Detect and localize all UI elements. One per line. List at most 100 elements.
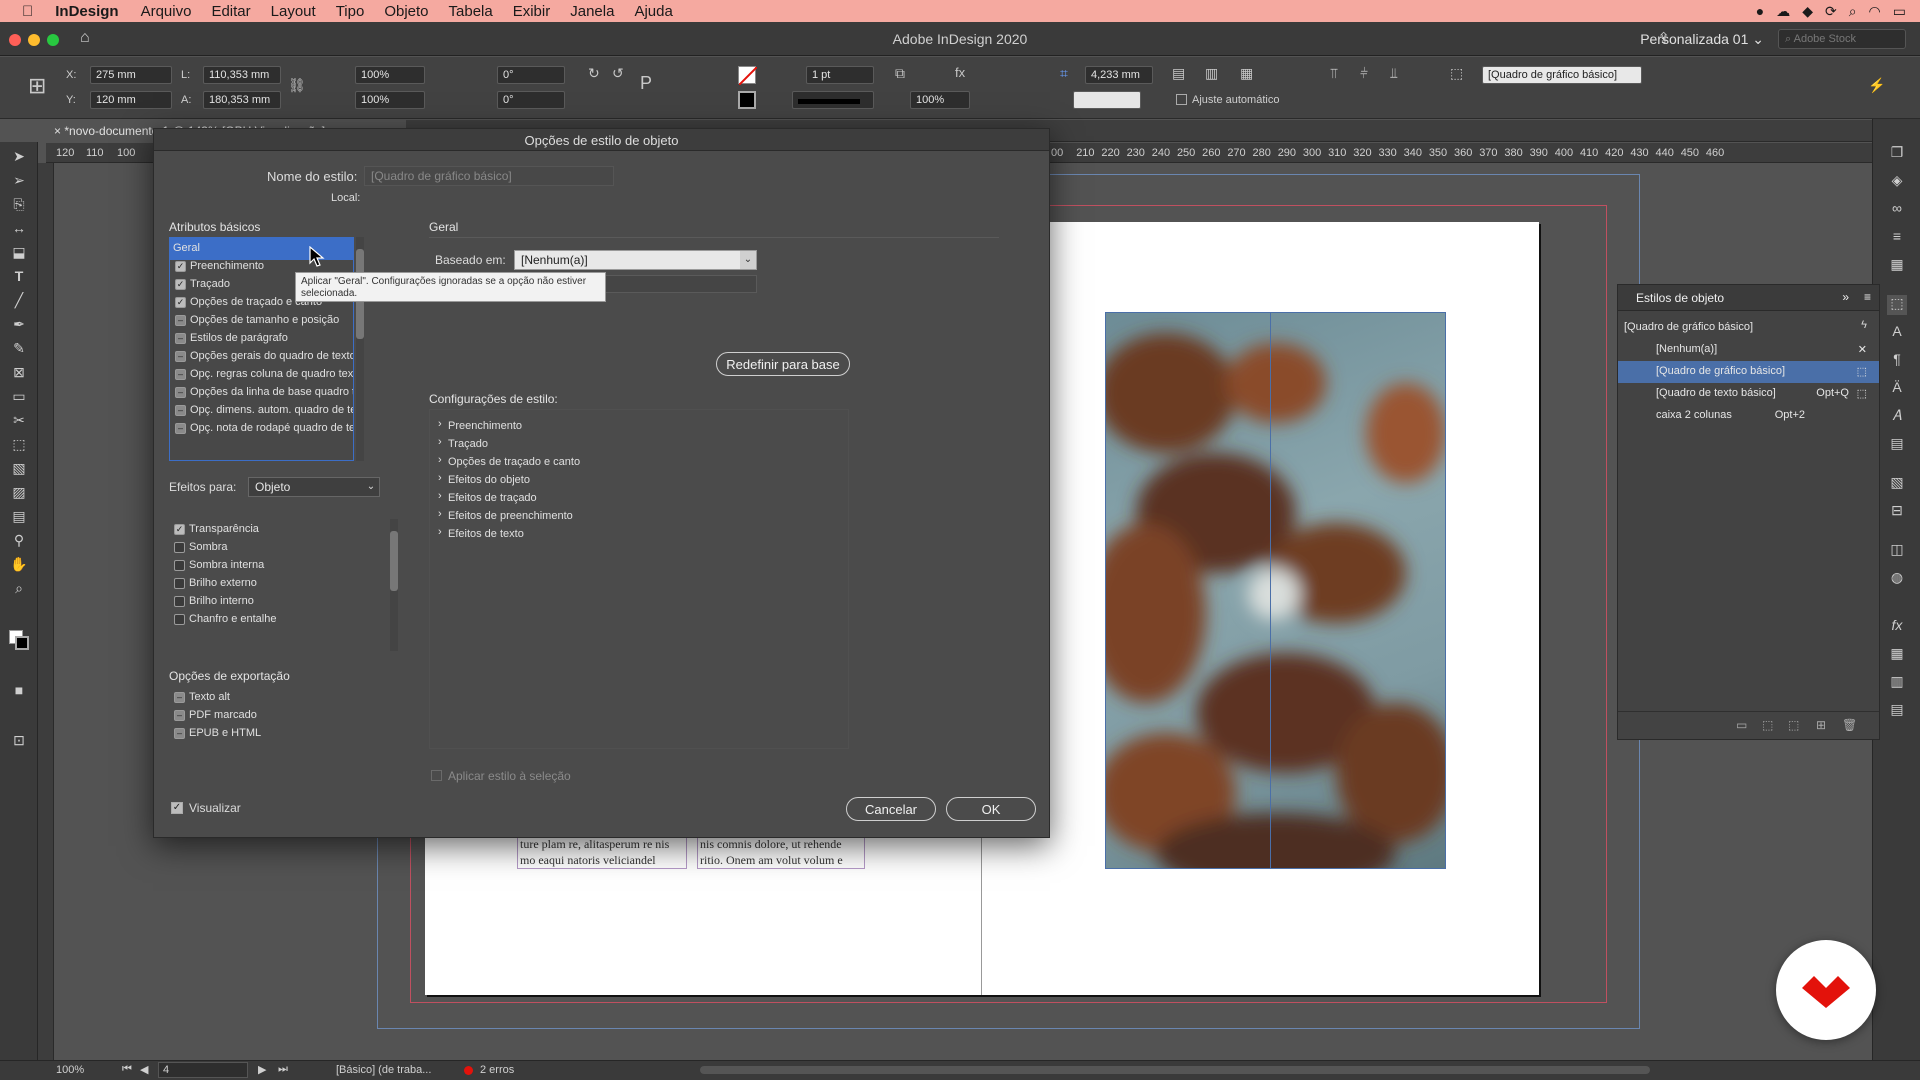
align-center-icon[interactable]: ▥ — [1205, 65, 1218, 82]
error-count[interactable]: 2 erros — [480, 1064, 514, 1076]
checkbox[interactable] — [174, 542, 185, 553]
eyedropper-tool-icon[interactable]: ⚲ — [9, 532, 29, 552]
paragraph-panel-icon[interactable]: ▤ — [1887, 435, 1907, 455]
align-bottom-icon[interactable]: ⫫ — [1390, 65, 1398, 82]
gap-field[interactable]: 4,233 mm — [1085, 66, 1153, 84]
menu-objeto[interactable]: Objeto — [384, 3, 428, 20]
selection-container-icon[interactable]: P — [640, 73, 652, 94]
menu-tipo[interactable]: Tipo — [336, 3, 365, 20]
checkbox[interactable]: – — [175, 333, 186, 344]
folder-icon[interactable]: ▭ — [1736, 718, 1747, 732]
preflight-profile[interactable]: [Básico] (de traba... — [336, 1064, 431, 1076]
menu-janela[interactable]: Janela — [570, 3, 614, 20]
rotate-ccw-icon[interactable]: ↺ — [612, 65, 624, 82]
pathfinder-icon[interactable]: ◫ — [1887, 541, 1907, 561]
checkbox[interactable]: ✓ — [175, 297, 186, 308]
list-item[interactable]: – EPUB e HTML — [169, 723, 399, 745]
align-panel-icon[interactable]: ⊟ — [1887, 502, 1907, 522]
auto-fit-checkbox[interactable] — [1176, 94, 1187, 105]
page-field[interactable]: 4 — [158, 1062, 248, 1078]
stroke-type-select[interactable] — [792, 91, 874, 109]
checkbox[interactable]: ✓ — [175, 279, 186, 290]
table-styles-icon[interactable]: ▤ — [1887, 701, 1907, 721]
clear-attributes-icon[interactable]: ⬚ — [1788, 718, 1799, 732]
checkbox[interactable]: – — [175, 315, 186, 326]
style-name-field[interactable]: [Quadro de gráfico básico] — [364, 166, 614, 186]
style-item-basic-graphics-frame[interactable]: [Quadro de gráfico básico] ⬚ — [1618, 361, 1879, 383]
glyphs-panel-icon[interactable]: Ä — [1887, 379, 1907, 399]
hand-tool-icon[interactable]: ✋ — [9, 556, 29, 576]
close-tab-icon[interactable]: × — [54, 124, 64, 138]
delete-icon[interactable]: 🗑 — [1842, 718, 1857, 732]
distribute-icon[interactable]: ▦ — [1240, 65, 1253, 82]
stroke-color-box[interactable] — [1073, 91, 1141, 109]
checkbox[interactable]: – — [174, 692, 185, 703]
battery-icon[interactable]: ▭ — [1893, 3, 1906, 20]
scale-y-field[interactable]: 100% — [355, 91, 425, 109]
effects-for-select[interactable]: Objeto ⌄ — [248, 477, 380, 497]
content-collector-icon[interactable]: ⬓ — [9, 244, 29, 264]
reset-to-base-button[interactable]: Redefinir para base — [716, 352, 850, 376]
apple-icon[interactable]:  — [22, 3, 33, 20]
zoom-select[interactable]: 100% — [56, 1064, 84, 1076]
color-panel-icon[interactable]: ◍ — [1887, 569, 1907, 589]
fill-stroke-swatch-icon[interactable] — [9, 630, 29, 650]
cancel-button[interactable]: Cancelar — [846, 797, 936, 821]
basic-attributes-list[interactable]: Geral ✓ Preenchimento ✓ Traçado ✓ Opções de tr… — [169, 237, 354, 461]
checkbox[interactable]: – — [175, 405, 186, 416]
export-options-list[interactable]: – Texto alt – PDF marcado – EPUB e HTML — [169, 687, 399, 757]
checkbox[interactable]: ✓ — [175, 261, 186, 272]
menu-arquivo[interactable]: Arquivo — [141, 3, 192, 20]
checkbox[interactable] — [174, 578, 185, 589]
menu-exibir[interactable]: Exibir — [513, 3, 551, 20]
preview-checkbox[interactable]: ✓ — [171, 802, 183, 814]
checkbox[interactable] — [174, 596, 185, 607]
chevron-right-icon[interactable]: › — [438, 526, 442, 538]
checkbox[interactable] — [174, 614, 185, 625]
dropbox-icon[interactable]: ◆ — [1802, 3, 1813, 20]
chevron-right-icon[interactable]: › — [438, 454, 442, 466]
collapse-icon[interactable]: » — [1842, 290, 1849, 304]
gap-tool-icon[interactable]: ↔ — [9, 220, 29, 240]
gradient-feather-tool-icon[interactable]: ▨ — [9, 484, 29, 504]
basic-list-scrollbar[interactable] — [356, 237, 364, 461]
opacity-field[interactable]: 100% — [910, 91, 970, 109]
links-panel-icon[interactable]: ∞ — [1887, 200, 1907, 220]
stroke-weight-field[interactable]: 1 pt — [806, 66, 874, 84]
based-on-select[interactable]: [Nenhum(a)] ⌄ — [514, 250, 757, 270]
style-item-basic-text-frame[interactable]: [Quadro de texto básico] Opt+Q ⬚ — [1618, 383, 1879, 405]
gradient-swatch-tool-icon[interactable]: ▧ — [9, 460, 29, 480]
chevron-right-icon[interactable]: › — [438, 436, 442, 448]
cloud-icon[interactable]: ☁ — [1776, 3, 1790, 20]
fx-icon[interactable]: fx — [955, 65, 965, 80]
line-tool-icon[interactable]: ╱ — [9, 292, 29, 312]
rotate-cw-icon[interactable]: ↻ — [588, 65, 600, 82]
chevron-right-icon[interactable]: › — [438, 490, 442, 502]
selection-tool-icon[interactable]: ➤ — [9, 148, 29, 168]
next-page-icon[interactable]: ▶ — [258, 1063, 266, 1076]
lightning-icon[interactable]: ⚡ — [1868, 77, 1885, 94]
auto-fit-frame-icon[interactable]: ⌗ — [1060, 65, 1068, 82]
menu-editar[interactable]: Editar — [211, 3, 250, 20]
paragraph-styles-icon[interactable]: ¶ — [1887, 351, 1907, 371]
last-page-icon[interactable]: ⏭ — [278, 1063, 288, 1076]
list-item[interactable]: – Opç. nota de rodapé quadro de texto — [170, 418, 353, 440]
style-item-none[interactable]: [Nenhum(a)] ✕ — [1618, 339, 1879, 361]
new-style-icon[interactable]: ⊞ — [1816, 718, 1826, 732]
workspace-switcher[interactable]: Personalizada 01 ⌄ — [1640, 31, 1764, 48]
direct-selection-tool-icon[interactable]: ➢ — [9, 172, 29, 192]
cell-styles-icon[interactable]: ▥ — [1887, 673, 1907, 693]
align-left-icon[interactable]: ▤ — [1172, 65, 1185, 82]
chevron-right-icon[interactable]: › — [438, 418, 442, 430]
y-field[interactable]: 120 mm — [90, 91, 172, 109]
rectangle-tool-icon[interactable]: ▭ — [9, 388, 29, 408]
scale-x-field[interactable]: 100% — [355, 66, 425, 84]
list-item[interactable]: Chanfro e entalhe — [169, 609, 354, 631]
apply-style-checkbox[interactable] — [431, 770, 442, 781]
normal-view-icon[interactable]: ■ — [9, 682, 29, 702]
object-style-select[interactable]: [Quadro de gráfico básico] — [1482, 66, 1642, 84]
pen-tool-icon[interactable]: ✒ — [9, 316, 29, 336]
horizontal-scrollbar[interactable] — [700, 1066, 1650, 1074]
object-style-icon[interactable]: ⬚ — [1450, 65, 1463, 82]
checkbox[interactable]: – — [175, 387, 186, 398]
